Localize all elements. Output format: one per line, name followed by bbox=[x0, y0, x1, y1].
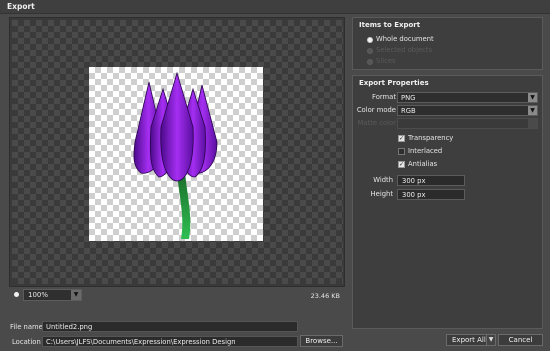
location-input[interactable]: C:\Users\JLFS\Documents\Expression\Expre… bbox=[42, 336, 298, 347]
transparency-checkbox[interactable]: ✓ bbox=[398, 135, 405, 142]
chevron-down-icon[interactable]: ▼ bbox=[71, 290, 81, 300]
interlaced-label: Interlaced bbox=[408, 147, 443, 155]
browse-button[interactable]: Browse... bbox=[300, 335, 343, 347]
radio-label-whole-document: Whole document bbox=[376, 35, 434, 43]
zoom-value: 100% bbox=[28, 291, 49, 299]
height-input[interactable]: 300 px bbox=[397, 189, 465, 200]
chevron-down-icon[interactable]: ▼ bbox=[528, 93, 537, 102]
chevron-down-icon[interactable]: ▼ bbox=[528, 106, 537, 115]
file-name-label: File name bbox=[10, 323, 43, 331]
radio-label-selected-objects: Selected objects bbox=[376, 46, 433, 54]
chevron-down-icon[interactable]: ▼ bbox=[486, 335, 495, 345]
interlaced-checkbox[interactable] bbox=[398, 148, 405, 155]
width-label: Width bbox=[373, 176, 393, 184]
transparency-label: Transparency bbox=[408, 134, 454, 142]
export-properties-title: Export Properties bbox=[359, 79, 429, 87]
items-to-export-panel: Items to Export Whole document Selected … bbox=[352, 17, 543, 70]
format-select[interactable]: PNG ▼ bbox=[397, 92, 538, 103]
artboard-preview bbox=[89, 67, 263, 241]
location-value: C:\Users\JLFS\Documents\Expression\Expre… bbox=[46, 338, 236, 346]
color-mode-select[interactable]: RGB ▼ bbox=[397, 105, 538, 116]
matte-color-select[interactable] bbox=[397, 118, 538, 129]
radio-slices[interactable] bbox=[367, 59, 373, 65]
format-label: Format bbox=[372, 93, 396, 101]
export-all-button[interactable]: Export All ▼ bbox=[446, 334, 496, 346]
dialog-title-bar: Export bbox=[0, 0, 550, 14]
height-value: 300 px bbox=[402, 191, 426, 199]
export-properties-panel: Export Properties Format PNG ▼ Color mod… bbox=[352, 75, 543, 329]
chevron-down-icon bbox=[528, 119, 537, 128]
location-label: Location bbox=[12, 338, 41, 346]
cancel-button[interactable]: Cancel bbox=[498, 334, 543, 346]
items-to-export-title: Items to Export bbox=[359, 21, 421, 29]
radio-selected-objects[interactable] bbox=[367, 48, 373, 54]
export-all-label: Export All bbox=[452, 336, 486, 344]
tulip-image bbox=[133, 71, 218, 239]
file-name-input[interactable]: Untitled2.png bbox=[42, 321, 298, 332]
color-mode-label: Color mode bbox=[356, 106, 396, 114]
antialias-checkbox[interactable]: ✓ bbox=[398, 161, 405, 168]
zoom-indicator-icon bbox=[14, 292, 19, 297]
color-mode-value: RGB bbox=[401, 107, 416, 115]
matte-color-label: Matte color bbox=[357, 119, 396, 127]
height-label: Height bbox=[370, 190, 393, 198]
antialias-label: Antialias bbox=[408, 160, 438, 168]
radio-whole-document[interactable] bbox=[367, 37, 373, 43]
zoom-select[interactable]: 100% ▼ bbox=[23, 289, 82, 301]
width-value: 300 px bbox=[402, 177, 426, 185]
radio-label-slices: Slices bbox=[376, 57, 396, 65]
file-name-value: Untitled2.png bbox=[46, 323, 93, 331]
dialog-title: Export bbox=[7, 2, 35, 11]
width-input[interactable]: 300 px bbox=[397, 175, 465, 186]
file-size-label: 23.46 KB bbox=[310, 292, 340, 300]
format-value: PNG bbox=[401, 94, 416, 102]
